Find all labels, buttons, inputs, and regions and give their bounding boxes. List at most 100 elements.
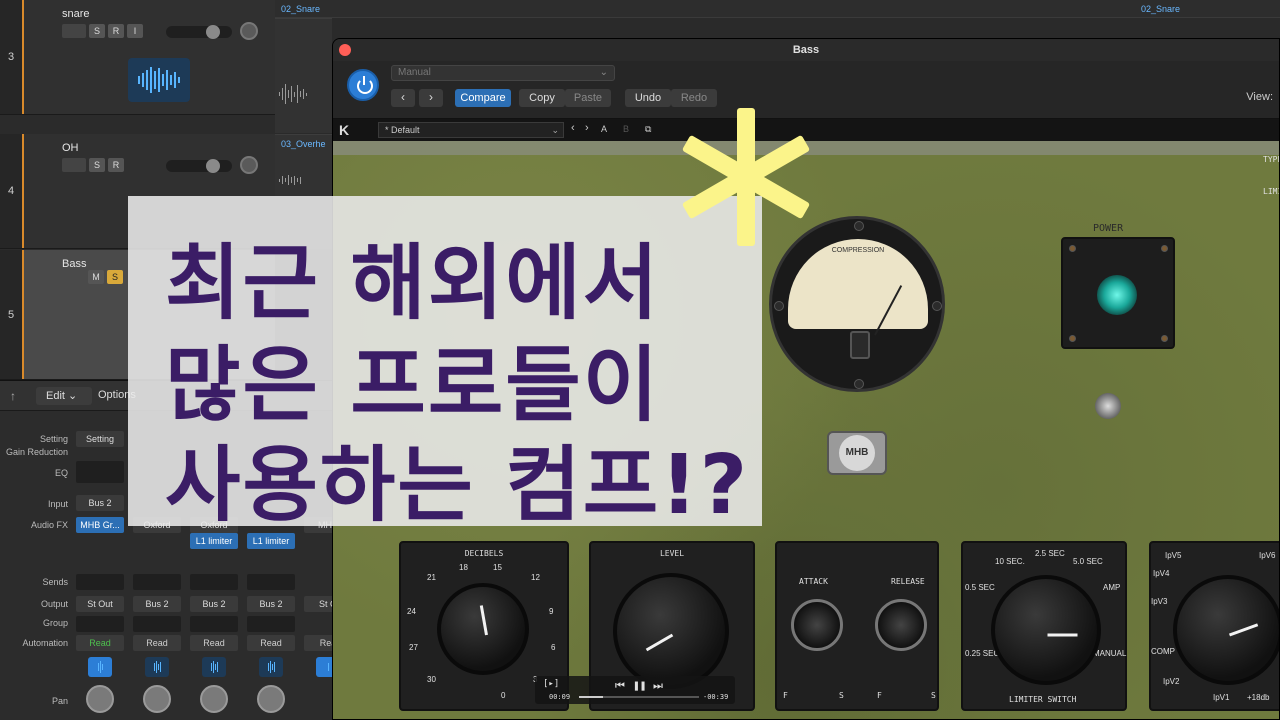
group-slot[interactable] [247,616,295,632]
setting-button[interactable]: Setting [76,431,124,447]
limiter-switch-knob[interactable] [991,575,1101,685]
track-number: 3 [0,0,24,114]
type-section: IpV5 IpV4 IpV6 IpV3 COMP IpV2 IpV1 +18db [1149,541,1279,711]
release-knob[interactable] [875,599,927,651]
pan-knob[interactable] [240,156,258,174]
automation-slot[interactable]: Read [133,635,181,651]
subtitle-icon[interactable]: [▸] [543,679,559,689]
audio-fx-slot[interactable]: MHB Gr... [76,517,124,533]
volume-slider[interactable] [166,25,232,39]
screw [932,301,942,311]
track-blank-button[interactable] [62,158,86,172]
row-label: EQ [54,468,68,478]
row-label: Gain Reduction [5,447,68,457]
solo-button[interactable]: S [107,270,123,284]
power-led [1097,275,1137,315]
output-slot[interactable]: Bus 2 [247,596,295,612]
input-monitor-button[interactable]: I [127,24,143,38]
paste-button[interactable]: Paste [565,89,611,107]
screw [1069,335,1076,342]
mute-button[interactable]: M [88,270,104,284]
redo-button[interactable]: Redo [671,89,717,107]
eq-display[interactable] [76,461,124,483]
type-label: TYPE [1263,155,1279,164]
send-slot[interactable] [190,574,238,590]
track-row[interactable]: 3 snare S R I [0,0,275,115]
automation-slot[interactable]: Rea [304,635,335,651]
vu-zero-adjust[interactable] [850,331,870,359]
close-icon[interactable] [339,44,351,56]
next-icon[interactable]: ⏭ [653,679,663,693]
automation-slot[interactable]: Read [190,635,238,651]
fast-label: F [877,691,882,700]
power-toggle[interactable] [1095,393,1121,419]
prev-preset-button[interactable]: ‹ [391,89,415,107]
send-slot[interactable] [76,574,124,590]
solo-button[interactable]: S [89,158,105,172]
pan-knob[interactable] [257,685,285,713]
view-label[interactable]: View: [1246,91,1273,103]
output-slot[interactable]: Bus 2 [133,596,181,612]
attack-release-section: ATTACK RELEASE F S F S [775,541,939,711]
volume-slider[interactable] [166,159,232,173]
screw [854,379,864,389]
region-label: 02_Snare [281,4,321,14]
copy-icon[interactable]: ⧉ [645,124,651,135]
progress-bar[interactable] [579,696,699,698]
limiter-switch-section: 10 SEC. 2.5 SEC 5.0 SEC 0.5 SEC AMP 0.25… [961,541,1127,711]
ab-b-button[interactable]: B [623,124,629,134]
automation-slot[interactable]: Read [247,635,295,651]
output-slot[interactable]: St O [304,596,335,612]
channel-strip: Setting Bus 2 MHB Gr... St Out Read [74,411,126,720]
group-slot[interactable] [190,616,238,632]
send-slot[interactable] [247,574,295,590]
pause-icon[interactable]: ❚❚ [633,679,646,692]
screw [774,301,784,311]
group-slot[interactable] [133,616,181,632]
track-blank-button[interactable] [62,24,86,38]
ab-a-button[interactable]: A [601,124,607,134]
next-arrow-icon[interactable]: › [585,122,589,134]
screw [1161,245,1168,252]
pan-knob[interactable] [240,22,258,40]
output-slot[interactable]: Bus 2 [190,596,238,612]
next-preset-button[interactable]: › [419,89,443,107]
chevron-down-icon: ⌄ [599,67,608,78]
time-remaining: -00:39 [703,693,729,701]
attack-knob[interactable] [791,599,843,651]
edit-menu[interactable]: Edit ⌄ [36,387,92,405]
asterisk-icon [676,108,814,246]
pan-knob[interactable] [143,685,171,713]
power-icon[interactable] [347,69,379,101]
prev-arrow-icon[interactable]: ‹ [571,122,575,134]
decibels-knob[interactable] [437,583,529,675]
fast-label: F [783,691,788,700]
undo-button[interactable]: Undo [625,89,671,107]
timeline-ruler[interactable]: 02_Snare 02_Snare [275,0,1280,18]
pan-knob[interactable] [200,685,228,713]
copy-button[interactable]: Copy [519,89,565,107]
row-label: Group [42,618,68,628]
group-slot[interactable] [76,616,124,632]
record-button[interactable]: R [108,24,124,38]
record-button[interactable]: R [108,158,124,172]
waves-preset-dropdown[interactable]: * Default ⌄ [378,122,564,138]
compare-button[interactable]: Compare [455,89,511,107]
prev-icon[interactable]: ⏮ [615,679,625,693]
output-slot[interactable]: St Out [76,596,124,612]
waves-logo: K [339,122,350,138]
solo-button[interactable]: S [89,24,105,38]
region-label: 02_Snare [1141,4,1181,14]
back-arrow-icon[interactable]: ↑ [10,389,16,403]
input-slot[interactable]: Bus 2 [76,495,124,511]
automation-slot[interactable]: Read [76,635,124,651]
pan-knob[interactable] [86,685,114,713]
channel-icon [88,657,112,677]
limiter-switch-label: LIMITER SWITCH [1009,695,1077,704]
level-knob[interactable] [613,573,729,689]
audio-region[interactable] [275,18,332,133]
type-knob[interactable] [1173,575,1279,685]
tick-label: 6 [551,643,556,652]
send-slot[interactable] [133,574,181,590]
preset-dropdown[interactable]: Manual ⌄ [391,65,615,81]
